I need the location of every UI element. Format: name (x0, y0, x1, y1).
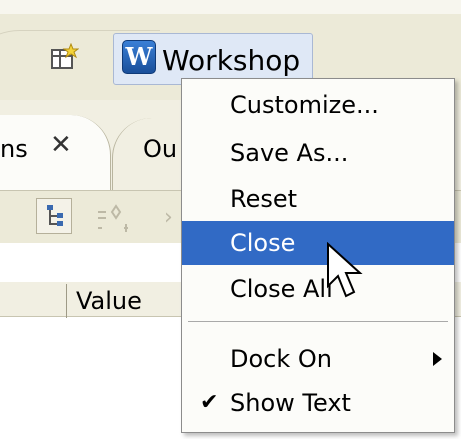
menu-item-label: Save As... (230, 139, 349, 167)
tree-view-button[interactable] (36, 198, 72, 234)
menu-item-dock-on[interactable]: Dock On (182, 337, 454, 381)
workshop-perspective-icon: W (122, 40, 156, 74)
open-perspective-icon (51, 43, 79, 69)
menu-item-show-text[interactable]: ✔ Show Text (182, 381, 454, 425)
open-perspective-button[interactable] (46, 40, 82, 74)
column-header-value[interactable]: Value (76, 287, 142, 315)
menu-item-reset[interactable]: Reset (182, 177, 454, 221)
menu-item-close[interactable]: Close (182, 221, 454, 265)
menu-item-label: Close (230, 229, 296, 257)
arrow-icon[interactable]: › (164, 205, 173, 230)
submenu-arrow-icon (433, 352, 442, 366)
checkmark-icon: ✔ (200, 390, 219, 415)
close-icon[interactable]: ✕ (50, 130, 72, 160)
workshop-perspective-label: Workshop (162, 44, 301, 77)
menu-separator (188, 321, 448, 322)
column-separator[interactable] (66, 284, 67, 318)
context-menu: Customize... Save As... Reset Close Clos… (181, 78, 455, 433)
menu-item-label: Show Text (230, 389, 351, 417)
menu-item-save-as[interactable]: Save As... (182, 131, 454, 175)
tab-right-label: Ou (143, 135, 178, 163)
menu-item-label: Close All (230, 275, 333, 303)
menu-item-customize[interactable]: Customize... (182, 83, 454, 127)
mouse-cursor-icon (327, 242, 363, 298)
tab-left-label: ns (0, 135, 28, 163)
layout-icon[interactable] (96, 204, 132, 234)
menu-item-label: Reset (230, 185, 298, 213)
menu-item-label: Customize... (230, 91, 379, 119)
menu-item-label: Dock On (230, 345, 332, 373)
menu-item-close-all[interactable]: Close All (182, 267, 454, 311)
tree-icon (47, 205, 63, 226)
